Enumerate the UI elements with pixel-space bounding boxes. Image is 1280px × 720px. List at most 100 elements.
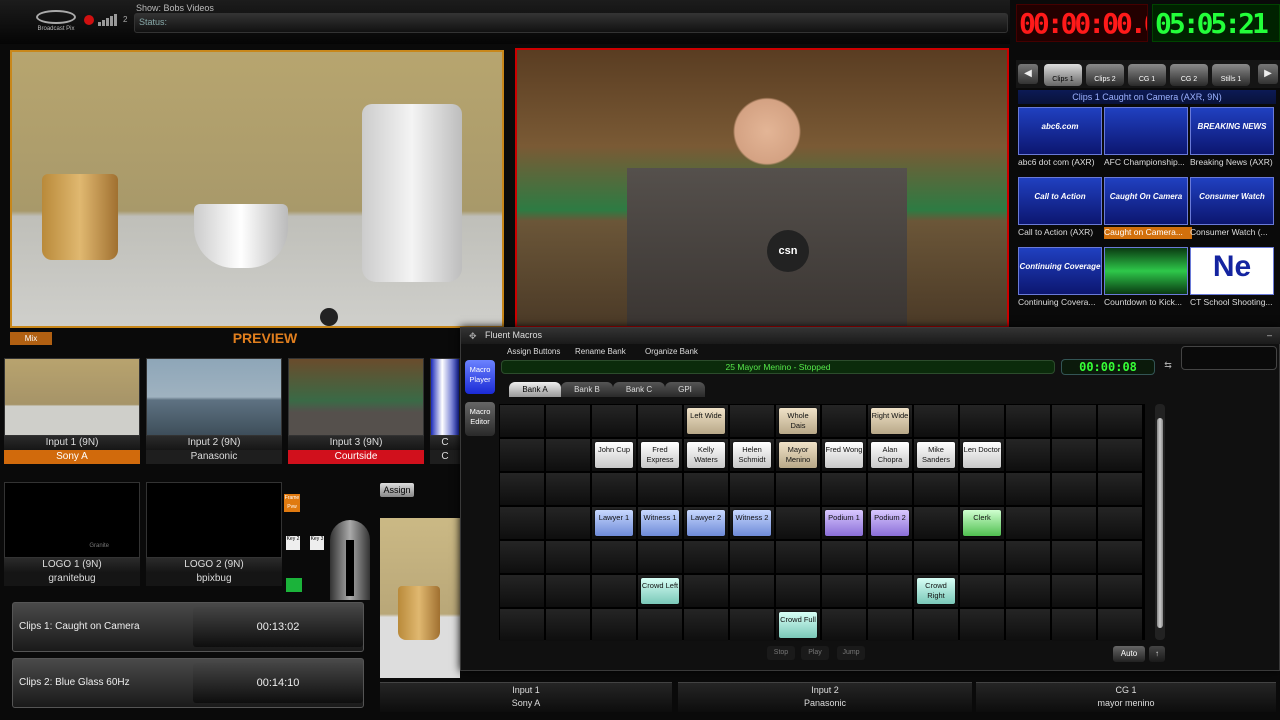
macro-empty-cell[interactable] bbox=[592, 405, 636, 437]
tab-bank-a[interactable]: Bank A bbox=[509, 382, 561, 397]
tab-gpi[interactable]: GPI bbox=[665, 382, 705, 397]
key-2-button[interactable]: Key 2 bbox=[286, 536, 300, 550]
macro-empty-cell[interactable] bbox=[914, 541, 958, 573]
macro-empty-cell[interactable] bbox=[638, 541, 682, 573]
macro-empty-cell[interactable] bbox=[730, 575, 774, 607]
clip-player-1[interactable]: Clips 1: Caught on Camera 00:13:02 bbox=[12, 602, 364, 652]
clip-label[interactable]: Consumer Watch (... bbox=[1190, 227, 1278, 239]
macro-empty-cell[interactable] bbox=[684, 609, 728, 641]
play-button[interactable]: Play bbox=[801, 646, 829, 660]
clip-thumbnail[interactable]: Call to Action bbox=[1018, 177, 1102, 225]
clip-label[interactable]: AFC Championship... bbox=[1104, 157, 1192, 169]
macro-empty-cell[interactable] bbox=[546, 575, 590, 607]
macro-button[interactable]: Lawyer 1 bbox=[595, 510, 633, 536]
clip-label[interactable]: Continuing Covera... bbox=[1018, 297, 1106, 309]
macro-empty-cell[interactable] bbox=[638, 473, 682, 505]
macro-empty-cell[interactable] bbox=[868, 609, 912, 641]
macro-empty-cell[interactable] bbox=[960, 473, 1004, 505]
macro-empty-cell[interactable] bbox=[1052, 473, 1096, 505]
macro-empty-cell[interactable] bbox=[1098, 473, 1142, 505]
macro-empty-cell[interactable] bbox=[684, 473, 728, 505]
macro-empty-cell[interactable] bbox=[914, 405, 958, 437]
macro-empty-cell[interactable] bbox=[684, 541, 728, 573]
macro-button[interactable]: Len Doctor bbox=[963, 442, 1001, 468]
chevron-right-icon[interactable]: ▶ bbox=[1258, 64, 1278, 84]
tab-bank-c[interactable]: Bank C bbox=[613, 382, 665, 397]
macro-empty-cell[interactable] bbox=[500, 609, 544, 641]
source-input-1[interactable]: Input 1 (9N) Sony A bbox=[4, 358, 140, 464]
macro-button[interactable]: Mike Sanders bbox=[917, 442, 955, 468]
macro-button[interactable]: Fred Express bbox=[641, 442, 679, 468]
macro-empty-cell[interactable] bbox=[776, 473, 820, 505]
macro-empty-cell[interactable] bbox=[730, 473, 774, 505]
clip-label[interactable]: abc6 dot com (AXR) bbox=[1018, 157, 1106, 169]
macro-empty-cell[interactable] bbox=[822, 405, 866, 437]
macro-empty-cell[interactable] bbox=[1006, 439, 1050, 471]
macro-button[interactable]: Whole Dais bbox=[779, 408, 817, 434]
macro-empty-cell[interactable] bbox=[500, 473, 544, 505]
macro-empty-cell[interactable] bbox=[546, 439, 590, 471]
macro-empty-cell[interactable] bbox=[1098, 439, 1142, 471]
clip-player-2[interactable]: Clips 2: Blue Glass 60Hz 00:14:10 bbox=[12, 658, 364, 708]
macro-empty-cell[interactable] bbox=[868, 575, 912, 607]
macro-empty-cell[interactable] bbox=[1006, 575, 1050, 607]
source-logo-2[interactable]: LOGO 2 (9N) bpixbug bbox=[146, 482, 282, 586]
macro-button[interactable]: Crowd Right bbox=[917, 578, 955, 604]
macro-empty-cell[interactable] bbox=[914, 507, 958, 539]
macro-empty-cell[interactable] bbox=[1052, 507, 1096, 539]
macro-empty-cell[interactable] bbox=[1006, 507, 1050, 539]
macro-button[interactable]: Witness 1 bbox=[641, 510, 679, 536]
clip-thumbnail[interactable]: Continuing Coverage bbox=[1018, 247, 1102, 295]
macro-empty-cell[interactable] bbox=[822, 609, 866, 641]
macro-empty-cell[interactable] bbox=[500, 507, 544, 539]
source-logo-1[interactable]: Granite LOGO 1 (9N) granitebug bbox=[4, 482, 140, 586]
clip-thumbnail[interactable]: Ne bbox=[1190, 247, 1274, 295]
up-arrow-icon[interactable]: ↑ bbox=[1149, 646, 1165, 662]
clip-label[interactable]: CT School Shooting... bbox=[1190, 297, 1278, 309]
macro-empty-cell[interactable] bbox=[960, 609, 1004, 641]
macro-empty-cell[interactable] bbox=[822, 541, 866, 573]
macro-button[interactable]: Witness 2 bbox=[733, 510, 771, 536]
macro-empty-cell[interactable] bbox=[960, 541, 1004, 573]
clip-thumbnail[interactable] bbox=[1104, 107, 1188, 155]
tab-clips-2[interactable]: Clips 2 bbox=[1086, 64, 1124, 86]
macro-empty-cell[interactable] bbox=[592, 609, 636, 641]
macro-empty-cell[interactable] bbox=[1098, 609, 1142, 641]
macro-button[interactable]: Clerk bbox=[963, 510, 1001, 536]
clip-label[interactable]: Caught on Camera... bbox=[1104, 227, 1192, 239]
macro-empty-cell[interactable] bbox=[914, 609, 958, 641]
mix-button[interactable]: Mix bbox=[10, 332, 52, 345]
macro-empty-cell[interactable] bbox=[868, 541, 912, 573]
macro-empty-cell[interactable] bbox=[1006, 541, 1050, 573]
macro-empty-cell[interactable] bbox=[1052, 439, 1096, 471]
macro-empty-cell[interactable] bbox=[730, 541, 774, 573]
macro-empty-cell[interactable] bbox=[822, 473, 866, 505]
macro-button[interactable]: Alan Chopra bbox=[871, 442, 909, 468]
macros-title-bar[interactable]: Fluent Macros bbox=[461, 328, 1280, 344]
tab-bank-b[interactable]: Bank B bbox=[561, 382, 613, 397]
clip-thumbnail[interactable]: BREAKING NEWS bbox=[1190, 107, 1274, 155]
macro-empty-cell[interactable] bbox=[500, 405, 544, 437]
source-input-3[interactable]: Input 3 (9N) Courtside bbox=[288, 358, 424, 464]
macro-button[interactable]: Left Wide bbox=[687, 408, 725, 434]
macro-button[interactable]: Helen Schmidt bbox=[733, 442, 771, 468]
clip-label[interactable]: Breaking News (AXR) bbox=[1190, 157, 1278, 169]
clip-thumbnail[interactable]: Caught On Camera bbox=[1104, 177, 1188, 225]
macro-empty-cell[interactable] bbox=[822, 575, 866, 607]
menu-organize-bank[interactable]: Organize Bank bbox=[645, 347, 698, 356]
clip-thumbnail[interactable] bbox=[1104, 247, 1188, 295]
macro-empty-cell[interactable] bbox=[592, 541, 636, 573]
assign-button[interactable]: Assign bbox=[380, 483, 414, 497]
macro-scroll-thumb[interactable] bbox=[1157, 418, 1163, 628]
record-indicator-icon[interactable] bbox=[84, 15, 94, 25]
macro-button[interactable]: John Cup bbox=[595, 442, 633, 468]
macro-empty-cell[interactable] bbox=[776, 507, 820, 539]
stop-button[interactable]: Stop bbox=[767, 646, 795, 660]
bottom-source-2[interactable]: Input 2 Panasonic bbox=[678, 682, 972, 712]
macro-empty-cell[interactable] bbox=[1098, 405, 1142, 437]
macro-button[interactable]: Podium 2 bbox=[871, 510, 909, 536]
bottom-source-1[interactable]: Input 1 Sony A bbox=[380, 682, 672, 712]
macro-empty-cell[interactable] bbox=[960, 405, 1004, 437]
macro-empty-cell[interactable] bbox=[500, 439, 544, 471]
macro-button[interactable]: Right Wide bbox=[871, 408, 909, 434]
